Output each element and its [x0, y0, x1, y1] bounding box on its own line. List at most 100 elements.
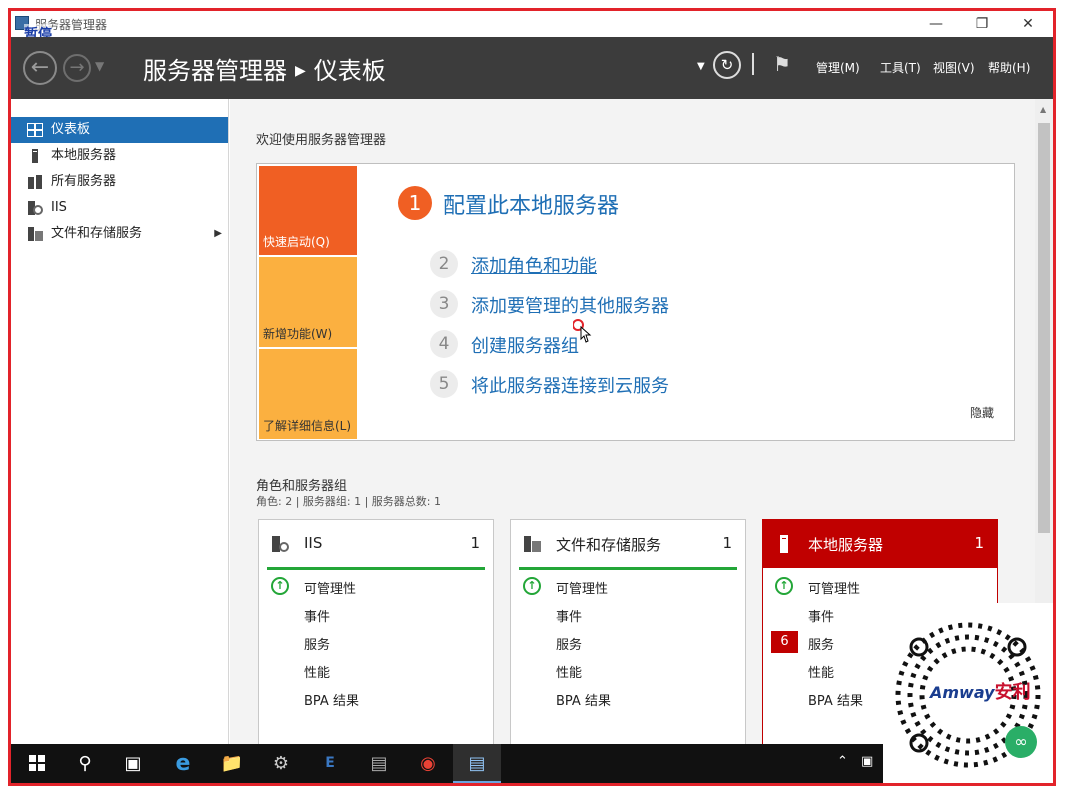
card-row-performance[interactable]: 性能 — [511, 656, 745, 684]
card-row-manageability[interactable]: ↑ 可管理性 — [511, 572, 745, 600]
sidebar-item-all-servers[interactable]: 所有服务器 — [11, 169, 228, 195]
breadcrumb: 服务器管理器 ▶ 仪表板 — [143, 51, 386, 86]
configure-local-server-link[interactable]: 配置此本地服务器 — [443, 188, 619, 220]
internet-explorer-icon[interactable]: e — [159, 744, 207, 783]
row-label: 服务 — [556, 638, 583, 653]
row-label: 性能 — [304, 666, 331, 681]
sidebar-item-iis[interactable]: IIS — [11, 195, 228, 221]
row-label: 可管理性 — [304, 582, 357, 597]
chrome-icon[interactable]: ◉ — [404, 744, 452, 783]
remote-desktop-icon[interactable]: ▤ — [355, 744, 403, 783]
menu-tools[interactable]: 工具(T) — [880, 59, 921, 76]
card-header[interactable]: IIS 1 — [259, 520, 493, 568]
tile-quick-start[interactable]: 快速启动(Q) — [259, 166, 357, 255]
tile-label: 新增功能(W) — [263, 327, 333, 341]
connect-cloud-link[interactable]: 将此服务器连接到云服务 — [471, 372, 669, 398]
row-label: 事件 — [808, 610, 835, 625]
card-count: 1 — [470, 534, 480, 552]
card-row-events[interactable]: 事件 — [259, 600, 493, 628]
scroll-thumb[interactable] — [1038, 123, 1050, 533]
sidebar-item-label: 本地服务器 — [51, 148, 117, 163]
row-label: 事件 — [304, 610, 331, 625]
row-label: BPA 结果 — [304, 694, 359, 709]
refresh-button[interactable]: ↻ — [713, 51, 741, 79]
tray-chevron-icon[interactable]: ⌃ — [837, 754, 848, 769]
sidebar-item-dashboard[interactable]: 仪表板 — [11, 117, 228, 143]
step-number: 2 — [430, 250, 458, 278]
task-view-icon[interactable]: ▣ — [109, 744, 157, 783]
server-icon — [32, 149, 38, 163]
status-ok-icon: ↑ — [775, 577, 793, 595]
row-label: 性能 — [556, 666, 583, 681]
add-servers-link[interactable]: 添加要管理的其他服务器 — [471, 292, 669, 318]
status-ok-icon: ↑ — [271, 577, 289, 595]
settings-gear-icon[interactable]: ⚙ — [257, 744, 305, 783]
step-number: 1 — [398, 186, 432, 220]
forward-button[interactable]: → — [63, 54, 91, 82]
card-row-services[interactable]: 服务 — [259, 628, 493, 656]
card-row-services[interactable]: 服务 — [511, 628, 745, 656]
file-explorer-icon[interactable]: 📁 — [208, 744, 256, 783]
sidebar-item-local-server[interactable]: 本地服务器 — [11, 143, 228, 169]
card-title: 本地服务器 — [808, 536, 884, 554]
create-server-group-link[interactable]: 创建服务器组 — [471, 332, 579, 358]
card-title: IIS — [304, 534, 323, 552]
history-dropdown-icon[interactable]: ▼ — [95, 59, 104, 73]
dashboard-icon — [27, 123, 43, 137]
card-row-performance[interactable]: 性能 — [259, 656, 493, 684]
row-label: BPA 结果 — [556, 694, 611, 709]
status-bar — [267, 567, 485, 570]
sidebar-item-label: 仪表板 — [51, 122, 91, 137]
expand-arrow-icon[interactable]: ▶ — [214, 221, 222, 247]
notifications-flag-icon[interactable]: ⚑ — [773, 52, 791, 76]
server-manager-taskbar-icon[interactable]: ▤ — [453, 744, 501, 783]
breadcrumb-dropdown-icon[interactable]: ▼ — [697, 61, 705, 72]
menu-view[interactable]: 视图(V) — [933, 59, 975, 76]
sidebar-item-file-storage[interactable]: 文件和存储服务 ▶ — [11, 221, 228, 247]
search-icon[interactable]: ⚲ — [61, 744, 109, 783]
row-label: 服务 — [304, 638, 331, 653]
file-storage-icon — [524, 536, 541, 552]
header-separator — [752, 53, 754, 75]
row-label: 可管理性 — [556, 582, 609, 597]
tile-learn-more[interactable]: 了解详细信息(L) — [259, 349, 357, 439]
row-label: BPA 结果 — [808, 694, 863, 709]
card-row-manageability[interactable]: ↑ 可管理性 — [763, 572, 997, 600]
add-roles-features-link[interactable]: 添加角色和功能 — [471, 252, 597, 278]
minimize-button[interactable]: — — [913, 13, 959, 35]
server-icon — [780, 535, 788, 553]
breadcrumb-page: 仪表板 — [313, 57, 386, 85]
close-button[interactable]: ✕ — [1005, 13, 1051, 35]
tile-label: 快速启动(Q) — [263, 235, 330, 249]
card-row-bpa[interactable]: BPA 结果 — [259, 684, 493, 712]
network-icon[interactable]: ▣ — [861, 754, 873, 769]
card-row-manageability[interactable]: ↑ 可管理性 — [259, 572, 493, 600]
title-bar: 服务器管理器 暂停 — ❐ ✕ — [11, 11, 1053, 44]
maximize-button[interactable]: ❐ — [959, 13, 1005, 35]
card-row-bpa[interactable]: BPA 结果 — [511, 684, 745, 712]
iis-icon — [28, 201, 43, 215]
tile-whats-new[interactable]: 新增功能(W) — [259, 257, 357, 347]
welcome-panel: 快速启动(Q) 新增功能(W) 了解详细信息(L) 1 配置此本地服务器 2 添… — [256, 163, 1015, 441]
start-button[interactable] — [13, 744, 61, 783]
row-label: 事件 — [556, 610, 583, 625]
hide-link[interactable]: 隐藏 — [970, 404, 994, 421]
file-storage-icon — [28, 227, 43, 241]
sidebar-item-label: IIS — [51, 200, 67, 215]
exchange-icon[interactable]: E — [306, 744, 354, 783]
card-header[interactable]: 文件和存储服务 1 — [511, 520, 745, 568]
windows-logo-icon — [29, 755, 45, 771]
card-count: 1 — [722, 534, 732, 552]
menu-help[interactable]: 帮助(H) — [988, 59, 1030, 76]
menu-manage[interactable]: 管理(M) — [816, 59, 860, 76]
back-button[interactable]: ← — [23, 51, 57, 85]
step-number: 5 — [430, 370, 458, 398]
scroll-up-icon[interactable]: ▲ — [1040, 105, 1046, 114]
servers-icon — [28, 175, 42, 189]
mouse-cursor-icon — [573, 319, 592, 343]
row-label: 性能 — [808, 666, 835, 681]
sidebar: 仪表板 本地服务器 所有服务器 IIS 文件和存储服务 ▶ — [11, 99, 229, 783]
row-label: 可管理性 — [808, 582, 861, 597]
card-row-events[interactable]: 事件 — [511, 600, 745, 628]
card-header[interactable]: 本地服务器 1 — [763, 520, 997, 568]
